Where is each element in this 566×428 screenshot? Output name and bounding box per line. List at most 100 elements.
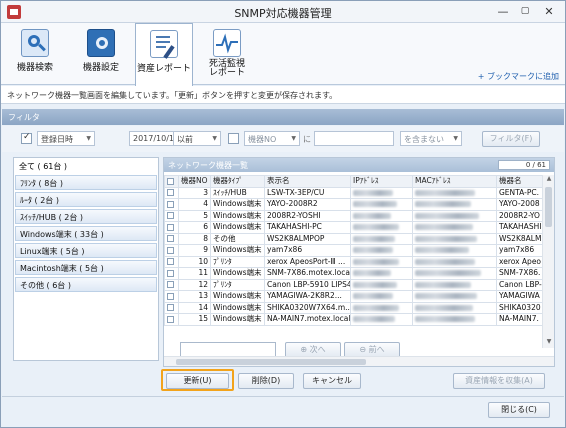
device-type: Windows端末 — [210, 244, 265, 257]
table-row[interactable]: 6 Windows端末 TAKAHASHI-PC TAKAHASHI — [164, 221, 543, 234]
row-checkbox[interactable] — [167, 235, 174, 243]
table-row[interactable]: 3 ｽｲｯﾁ/HUB LSW-TX-3EP/CU GENTA-PC. — [164, 186, 543, 199]
display-name: YAYO-2008R2 — [264, 198, 351, 211]
scroll-up-icon[interactable]: ▲ — [543, 175, 555, 185]
row-checkbox[interactable] — [167, 189, 174, 197]
table-row[interactable]: 12 ﾌﾟﾘﾝﾀ Canon LBP-5910 LIPS4 Canon LBP- — [164, 278, 543, 291]
scroll-thumb[interactable] — [176, 359, 366, 365]
device-type: Windows端末 — [210, 290, 265, 303]
group-item[interactable]: その他 ( 6台 ) — [15, 277, 157, 292]
minimize-button[interactable]: — — [495, 4, 511, 19]
field-filter-checkbox[interactable] — [228, 133, 239, 144]
heartbeat-report-icon — [213, 29, 241, 57]
row-checkbox-cell[interactable] — [164, 221, 179, 234]
row-checkbox[interactable] — [167, 212, 174, 220]
field-select[interactable]: 機器NO ▼ — [244, 131, 300, 146]
row-checkbox[interactable] — [167, 315, 174, 323]
list-title: ネットワーク機器一覧 — [168, 161, 248, 170]
row-checkbox[interactable] — [167, 292, 174, 300]
filter-button[interactable]: フィルタ(F) — [482, 131, 540, 147]
scroll-down-icon[interactable]: ▼ — [543, 338, 555, 348]
row-checkbox-cell[interactable] — [164, 198, 179, 211]
date-filter-checkbox[interactable] — [21, 132, 32, 144]
group-item[interactable]: 全て ( 61台 ) — [14, 158, 158, 173]
group-item[interactable]: Windows端末 ( 33台 ) — [15, 226, 157, 241]
row-checkbox[interactable] — [167, 304, 174, 312]
collect-assets-button[interactable]: 資産情報を収集(A) — [453, 373, 545, 389]
date-field-select[interactable]: 登録日時 ▼ — [37, 131, 95, 146]
row-checkbox-cell[interactable] — [164, 255, 179, 268]
row-checkbox-cell[interactable] — [164, 267, 179, 280]
maximize-button[interactable]: ▢ — [517, 4, 533, 19]
device-name: NA-MAIN7. — [496, 313, 543, 326]
add-bookmark-link[interactable]: + ブックマークに追加 — [478, 71, 559, 82]
column-header[interactable]: 機器名 — [496, 175, 543, 188]
device-type: ﾌﾟﾘﾝﾀ — [210, 255, 265, 268]
select-all-checkbox[interactable] — [167, 177, 174, 185]
row-checkbox-cell[interactable] — [164, 290, 179, 303]
page-input[interactable] — [180, 342, 276, 357]
group-item[interactable]: Linux端末 ( 5台 ) — [15, 243, 157, 258]
scroll-thumb[interactable] — [545, 187, 552, 227]
display-name: LSW-TX-3EP/CU — [264, 186, 351, 199]
cancel-button[interactable]: キャンセル — [303, 373, 361, 389]
row-checkbox-cell[interactable] — [164, 278, 179, 291]
column-header[interactable]: MACｱﾄﾞﾚｽ — [412, 175, 497, 188]
row-checkbox[interactable] — [167, 200, 174, 208]
chevron-down-icon: ▼ — [212, 135, 217, 142]
display-name: 2008R2-YOSHI — [264, 209, 351, 222]
display-name: YAMAGIWA-2K8R2... — [264, 290, 351, 303]
ip-address-cell — [350, 232, 413, 245]
filter-header: フィルタ — [2, 109, 564, 125]
table-row[interactable]: 13 Windows端末 YAMAGIWA-2K8R2... YAMAGIWA — [164, 290, 543, 303]
group-item[interactable]: Macintosh端末 ( 5台 ) — [15, 260, 157, 275]
row-checkbox[interactable] — [167, 258, 174, 266]
row-checkbox-cell[interactable] — [164, 313, 179, 326]
horizontal-scrollbar[interactable] — [164, 356, 554, 366]
column-header[interactable]: 機器NO — [178, 175, 211, 188]
select-all-header[interactable] — [164, 175, 179, 188]
ip-address-cell — [350, 313, 413, 326]
vertical-scrollbar[interactable]: ▲ ▼ — [542, 175, 554, 348]
device-list-panel: ネットワーク機器一覧 0 / 61 機器NO 機器ﾀｲﾌﾟ 表示名 IPｱﾄﾞﾚ… — [163, 157, 555, 367]
row-checkbox-cell[interactable] — [164, 209, 179, 222]
row-checkbox-cell[interactable] — [164, 301, 179, 314]
row-checkbox[interactable] — [167, 269, 174, 277]
ip-address-cell — [350, 290, 413, 303]
tab-asset-report[interactable]: 資産レポート — [135, 23, 193, 86]
column-header[interactable]: IPｱﾄﾞﾚｽ — [350, 175, 413, 188]
filter-text-input[interactable] — [314, 131, 394, 146]
group-item[interactable]: ｽｲｯﾁ/HUB ( 2台 ) — [15, 209, 157, 224]
row-checkbox-cell[interactable] — [164, 186, 179, 199]
table-row[interactable]: 4 Windows端末 YAYO-2008R2 YAYO-2008 — [164, 198, 543, 211]
close-window-button[interactable]: ✕ — [541, 4, 557, 19]
row-checkbox[interactable] — [167, 281, 174, 289]
table-row[interactable]: 14 Windows端末 SHIKA0320W7X64.m... SHIKA0320 — [164, 301, 543, 314]
ip-address-cell — [350, 267, 413, 280]
table-row[interactable]: 8 その他 WS2K8ALMPOP WS2K8ALMP — [164, 232, 543, 245]
date-condition-select[interactable]: 以前 ▼ — [173, 131, 221, 146]
row-checkbox-cell[interactable] — [164, 244, 179, 257]
table-row[interactable]: 5 Windows端末 2008R2-YOSHI 2008R2-YO — [164, 209, 543, 222]
column-header[interactable]: 機器ﾀｲﾌﾟ — [210, 175, 265, 188]
row-checkbox[interactable] — [167, 246, 174, 254]
tab-device-settings[interactable]: 機器設定 — [73, 23, 129, 85]
row-checkbox[interactable] — [167, 223, 174, 231]
row-checkbox-cell[interactable] — [164, 232, 179, 245]
magnifier-monitor-icon — [21, 29, 49, 57]
match-select[interactable]: を含まない ▼ — [400, 131, 462, 146]
column-header[interactable]: 表示名 — [264, 175, 351, 188]
close-button[interactable]: 閉じる(C) — [488, 402, 550, 418]
tab-alive-report[interactable]: 死活監視 レポート — [199, 23, 255, 85]
delete-button[interactable]: 削除(D) — [238, 373, 294, 389]
ip-address-cell — [350, 209, 413, 222]
device-no: 15 — [178, 313, 211, 326]
table-row[interactable]: 11 Windows端末 SNM-7X86.motex.local SNM-7X86. — [164, 267, 543, 280]
table-row[interactable]: 15 Windows端末 NA-MAIN7.motex.local NA-MAIN7. — [164, 313, 543, 326]
group-item[interactable]: ﾌﾘﾝﾀ ( 8台 ) — [15, 175, 157, 190]
tab-device-search[interactable]: 機器検索 — [7, 23, 63, 85]
group-item[interactable]: ﾙｰﾀ ( 2台 ) — [15, 192, 157, 207]
table-row[interactable]: 9 Windows端末 yam7x86 yam7x86 — [164, 244, 543, 257]
table-row[interactable]: 10 ﾌﾟﾘﾝﾀ xerox ApeosPort-Ⅲ ... xerox Apeo — [164, 255, 543, 268]
ip-address-cell — [350, 221, 413, 234]
